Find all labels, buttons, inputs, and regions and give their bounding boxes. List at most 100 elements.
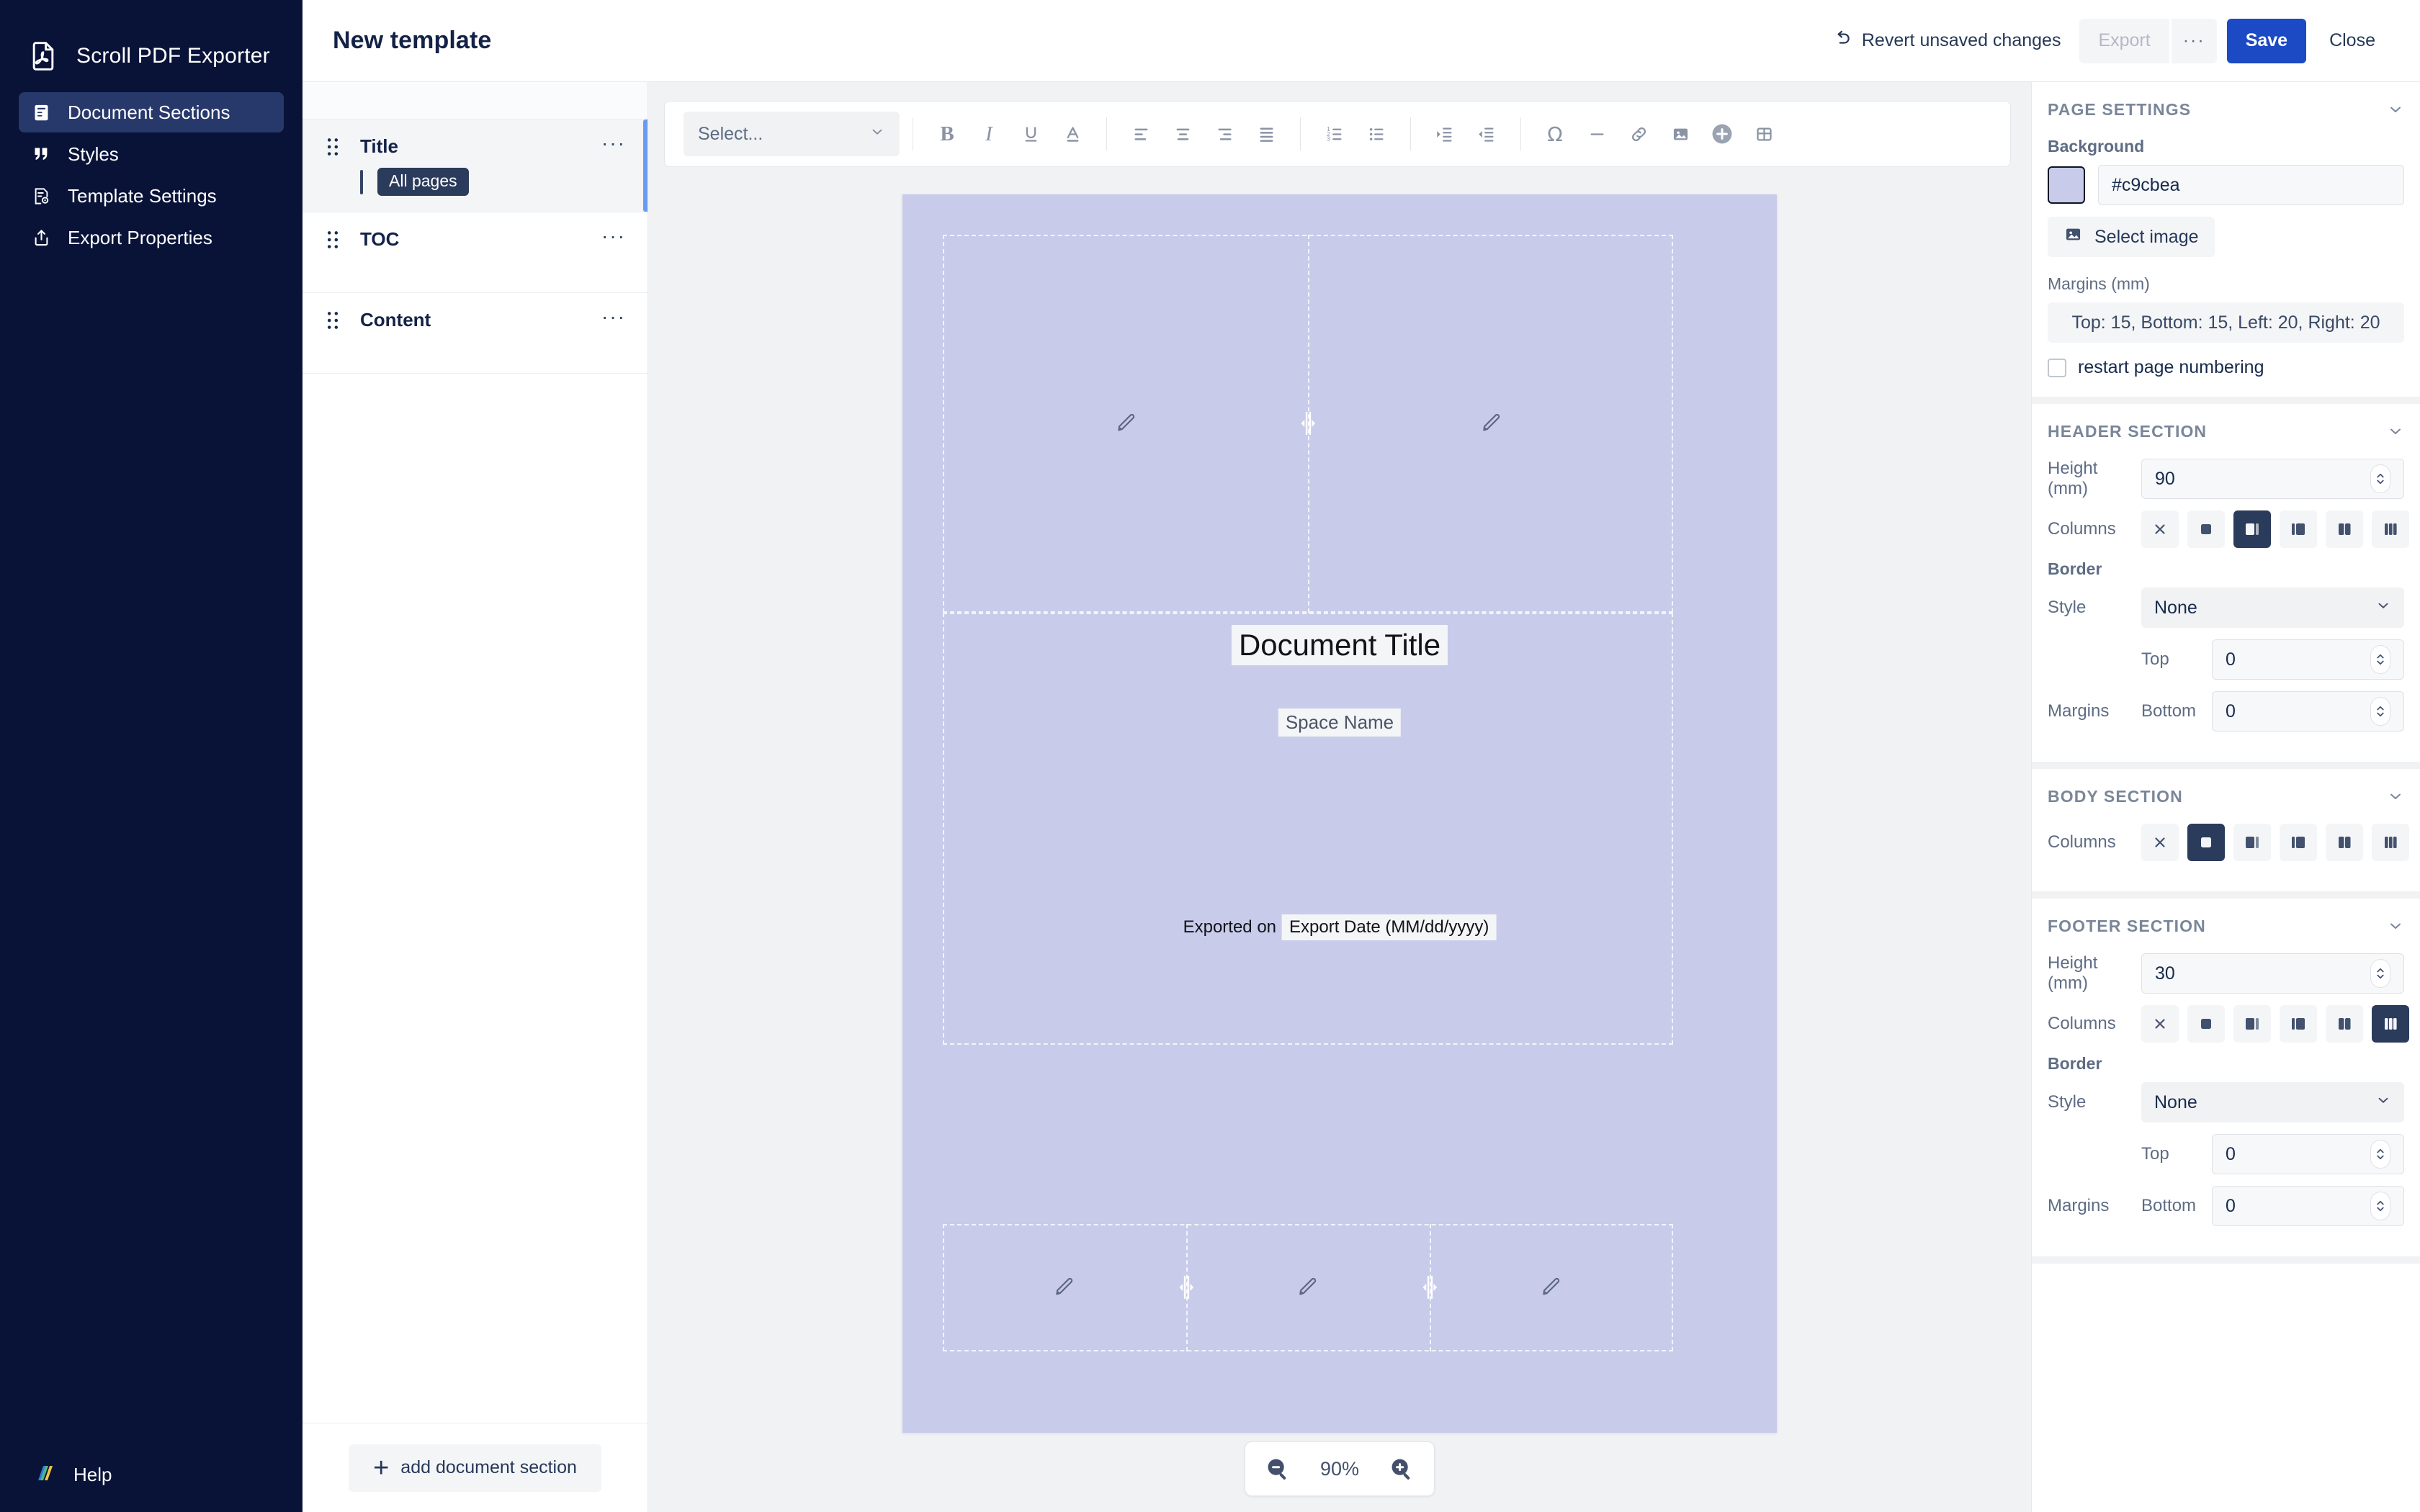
sidebar-item-export-properties[interactable]: Export Properties (19, 217, 284, 258)
style-select[interactable]: Select... (684, 112, 900, 156)
pencil-icon[interactable] (1541, 1275, 1562, 1300)
chevron-down-icon[interactable] (2387, 101, 2404, 118)
restart-page-numbering-checkbox[interactable] (2048, 359, 2066, 377)
link-icon[interactable] (1618, 113, 1659, 155)
chevron-down-icon[interactable] (2387, 423, 2404, 440)
space-name-placeholder[interactable]: Space Name (1278, 708, 1401, 737)
columns-option-wide-left[interactable] (2233, 824, 2271, 861)
footer-margin-bottom-input[interactable]: 0 (2212, 1186, 2404, 1226)
pencil-icon[interactable] (1116, 411, 1137, 436)
select-image-button[interactable]: Select image (2048, 217, 2215, 257)
header-margin-bottom-input[interactable]: 0 (2212, 691, 2404, 732)
bullet-list-icon[interactable] (1355, 113, 1397, 155)
revert-unsaved-changes-button[interactable]: Revert unsaved changes (1833, 29, 2061, 53)
align-center-icon[interactable] (1162, 113, 1204, 155)
stepper-icon[interactable] (2370, 645, 2390, 674)
sidebar-item-styles[interactable]: Styles (19, 134, 284, 174)
drag-handle-icon[interactable] (323, 311, 343, 330)
stepper-icon[interactable] (2370, 1140, 2390, 1169)
footer-height-input[interactable]: 30 (2141, 953, 2404, 994)
columns-option-wide-right[interactable] (2280, 824, 2317, 861)
more-options-button[interactable]: ··· (2172, 19, 2217, 63)
columns-option-one[interactable] (2187, 824, 2225, 861)
horizontal-rule-icon[interactable] (1576, 113, 1618, 155)
footer-margin-top-input[interactable]: 0 (2212, 1134, 2404, 1174)
columns-option-three-equal[interactable] (2372, 1005, 2409, 1043)
pencil-icon[interactable] (1297, 1275, 1319, 1300)
table-icon[interactable] (1743, 113, 1785, 155)
columns-option-none[interactable] (2141, 824, 2179, 861)
drag-handle-icon[interactable] (323, 138, 343, 156)
stepper-icon[interactable] (2370, 1192, 2390, 1220)
text-color-icon[interactable] (1052, 113, 1093, 155)
align-justify-icon[interactable] (1245, 113, 1287, 155)
underline-icon[interactable] (1010, 113, 1052, 155)
columns-option-two-equal[interactable] (2326, 824, 2363, 861)
section-row-content[interactable]: Content ··· (302, 293, 647, 374)
columns-option-three-equal[interactable] (2372, 824, 2409, 861)
help-link[interactable]: Help (0, 1437, 302, 1512)
pencil-icon[interactable] (1054, 1275, 1075, 1300)
stepper-icon[interactable] (2370, 464, 2390, 493)
header-section-header[interactable]: HEADER SECTION (2048, 404, 2404, 459)
export-button[interactable]: Export (2079, 19, 2169, 63)
columns-option-wide-right[interactable] (2280, 1005, 2317, 1043)
italic-icon[interactable]: I (968, 113, 1010, 155)
drag-handle-icon[interactable] (323, 230, 343, 249)
page-settings-header[interactable]: PAGE SETTINGS (2048, 82, 2404, 137)
section-menu-button[interactable]: ··· (601, 312, 626, 328)
sidebar-item-template-settings[interactable]: Template Settings (19, 176, 284, 216)
zoom-out-icon[interactable] (1264, 1455, 1291, 1482)
document-page[interactable]: Document Title Space Name Exported on Ex… (902, 194, 1777, 1433)
columns-option-wide-left[interactable] (2233, 1005, 2271, 1043)
stepper-icon[interactable] (2370, 697, 2390, 726)
columns-option-one[interactable] (2187, 510, 2225, 548)
sidebar-item-document-sections[interactable]: Document Sections (19, 92, 284, 132)
align-left-icon[interactable] (1120, 113, 1162, 155)
indent-increase-icon[interactable] (1424, 113, 1466, 155)
header-border-style-select[interactable]: None (2141, 588, 2404, 628)
background-color-swatch[interactable] (2048, 166, 2085, 204)
section-row-title[interactable]: Title ··· All pages (302, 120, 647, 212)
document-title-placeholder[interactable]: Document Title (1232, 625, 1448, 665)
columns-option-none[interactable] (2141, 510, 2179, 548)
section-menu-button[interactable]: ··· (601, 139, 626, 155)
status-badge[interactable]: All pages (377, 168, 469, 196)
column-resize-handle-icon[interactable] (1296, 410, 1320, 437)
chevron-down-icon[interactable] (2387, 917, 2404, 935)
column-resize-handle-icon[interactable] (1417, 1274, 1442, 1301)
indent-decrease-icon[interactable] (1466, 113, 1507, 155)
body-section-header[interactable]: BODY SECTION (2048, 769, 2404, 824)
image-icon[interactable] (1659, 113, 1701, 155)
close-button[interactable]: Close (2313, 19, 2391, 63)
footer-border-style-select[interactable]: None (2141, 1082, 2404, 1122)
insert-placeholder-icon[interactable] (1701, 113, 1743, 155)
stepper-icon[interactable] (2370, 959, 2390, 988)
restart-page-numbering-row[interactable]: restart page numbering (2048, 357, 2404, 378)
section-menu-button[interactable]: ··· (601, 232, 626, 248)
special-character-icon[interactable]: Ω (1534, 113, 1576, 155)
columns-option-wide-right[interactable] (2280, 510, 2317, 548)
align-right-icon[interactable] (1204, 113, 1245, 155)
save-button[interactable]: Save (2227, 19, 2306, 63)
body-section-region[interactable] (943, 613, 1673, 1045)
pencil-icon[interactable] (1481, 411, 1502, 436)
add-document-section-button[interactable]: + add document section (349, 1444, 601, 1492)
header-margin-top-input[interactable]: 0 (2212, 639, 2404, 680)
bold-icon[interactable]: B (926, 113, 968, 155)
columns-option-three-equal[interactable] (2372, 510, 2409, 548)
footer-section-header[interactable]: FOOTER SECTION (2048, 899, 2404, 953)
header-height-input[interactable]: 90 (2141, 459, 2404, 499)
columns-option-two-equal[interactable] (2326, 1005, 2363, 1043)
ordered-list-icon[interactable]: 123 (1314, 113, 1355, 155)
export-date-placeholder[interactable]: Export Date (MM/dd/yyyy) (1282, 914, 1496, 940)
zoom-in-icon[interactable] (1388, 1455, 1415, 1482)
column-resize-handle-icon[interactable] (1174, 1274, 1198, 1301)
columns-option-none[interactable] (2141, 1005, 2179, 1043)
section-row-toc[interactable]: TOC ··· (302, 212, 647, 293)
chevron-down-icon[interactable] (2387, 788, 2404, 805)
columns-option-wide-left[interactable] (2233, 510, 2271, 548)
margins-value[interactable]: Top: 15, Bottom: 15, Left: 20, Right: 20 (2048, 302, 2404, 343)
columns-option-two-equal[interactable] (2326, 510, 2363, 548)
background-color-input[interactable]: #c9cbea (2098, 165, 2404, 205)
